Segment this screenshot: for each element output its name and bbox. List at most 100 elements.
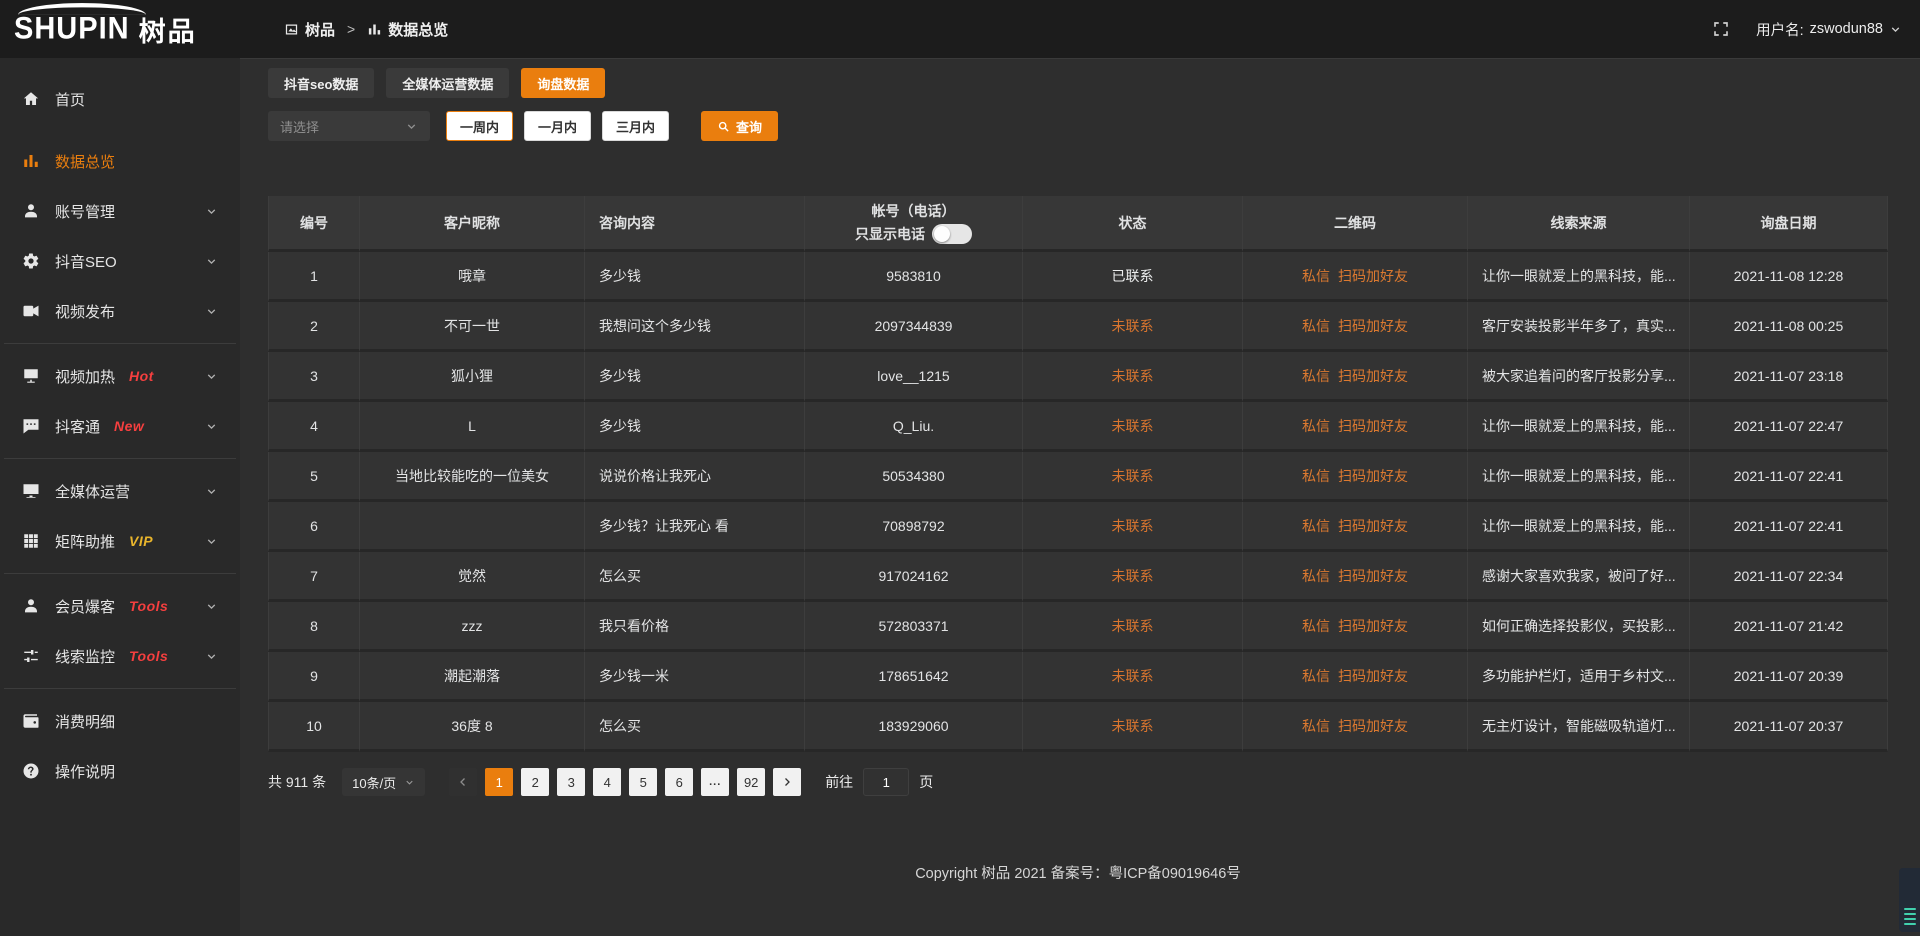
wallet-icon: [22, 712, 40, 730]
breadcrumb-item-current[interactable]: 数据总览: [367, 19, 448, 40]
sidebar-item-label: 线索监控: [55, 646, 115, 667]
range-button-three-month[interactable]: 三月内: [602, 111, 669, 141]
search-button[interactable]: 查询: [701, 111, 778, 141]
chevron-right-icon: [781, 776, 793, 788]
cell-source[interactable]: 多功能护栏灯，适用于乡村文...: [1468, 652, 1690, 702]
sidebar-item-member-baoke[interactable]: 会员爆客Tools: [0, 581, 240, 631]
fullscreen-icon[interactable]: [1712, 20, 1730, 38]
cell-content: 多少钱: [585, 402, 805, 452]
qr-link[interactable]: 私信: [1302, 268, 1330, 284]
sidebar-item-douketong[interactable]: 抖客通New: [0, 401, 240, 451]
page-list: 123456... 92: [485, 768, 773, 796]
qr-link[interactable]: 扫码加好友: [1338, 518, 1408, 534]
cell-source[interactable]: 客厅安装投影半年多了，真实...: [1468, 302, 1690, 352]
qr-link[interactable]: 私信: [1302, 718, 1330, 734]
page-button-5[interactable]: 5: [629, 768, 657, 796]
page-size-value: 10条/页: [352, 773, 396, 792]
cell-status: 未联系: [1023, 652, 1243, 702]
username: zswodun88: [1810, 21, 1883, 37]
goto-page-input[interactable]: [863, 768, 909, 796]
breadcrumb-label: 数据总览: [388, 19, 448, 40]
cell-source[interactable]: 让你一眼就爱上的黑科技，能...: [1468, 502, 1690, 552]
sidebar-item-matrix-boost[interactable]: 矩阵助推VIP: [0, 516, 240, 566]
sidebar-item-media-ops[interactable]: 全媒体运营: [0, 466, 240, 516]
table-row: 8zzz我只看价格572803371未联系私信扫码加好友如何正确选择投影仪，买投…: [268, 602, 1888, 652]
user-menu[interactable]: 用户名: zswodun88: [1756, 19, 1902, 40]
account-select[interactable]: 请选择: [268, 111, 430, 141]
qr-link[interactable]: 扫码加好友: [1338, 368, 1408, 384]
cell-qrcode: 私信扫码加好友: [1243, 452, 1468, 502]
cell-source[interactable]: 感谢大家喜欢我家，被问了好...: [1468, 552, 1690, 602]
prev-page-button[interactable]: [449, 768, 477, 796]
cell-content: 我只看价格: [585, 602, 805, 652]
page-button-4[interactable]: 4: [593, 768, 621, 796]
cell-account: 917024162: [805, 552, 1023, 602]
tab-media-ops-data[interactable]: 全媒体运营数据: [386, 68, 509, 98]
qr-link[interactable]: 私信: [1302, 568, 1330, 584]
col-header-status: 状态: [1023, 196, 1243, 252]
tab-douyin-seo-data[interactable]: 抖音seo数据: [268, 68, 374, 98]
qr-link[interactable]: 私信: [1302, 318, 1330, 334]
cell-status: 未联系: [1023, 402, 1243, 452]
range-button-one-week[interactable]: 一周内: [446, 111, 513, 141]
cell-source[interactable]: 被大家追着问的客厅投影分享...: [1468, 352, 1690, 402]
qr-link[interactable]: 扫码加好友: [1338, 318, 1408, 334]
cell-qrcode: 私信扫码加好友: [1243, 402, 1468, 452]
cell-source[interactable]: 如何正确选择投影仪，买投影...: [1468, 602, 1690, 652]
qr-link[interactable]: 私信: [1302, 518, 1330, 534]
sidebar-item-badge: New: [114, 418, 144, 434]
page-button-3[interactable]: 3: [557, 768, 585, 796]
cell-account: 178651642: [805, 652, 1023, 702]
cell-nickname: 潮起潮落: [360, 652, 585, 702]
qr-link[interactable]: 私信: [1302, 468, 1330, 484]
tab-inquiry-data[interactable]: 询盘数据: [521, 68, 605, 98]
widget-line: [1904, 913, 1916, 915]
qr-link[interactable]: 扫码加好友: [1338, 418, 1408, 434]
page-button-2[interactable]: 2: [521, 768, 549, 796]
cell-qrcode: 私信扫码加好友: [1243, 502, 1468, 552]
sidebar-item-douyin-seo[interactable]: 抖音SEO: [0, 236, 240, 286]
cell-source[interactable]: 无主灯设计，智能磁吸轨道灯...: [1468, 702, 1690, 752]
qr-link[interactable]: 私信: [1302, 368, 1330, 384]
chevron-down-icon: [205, 485, 218, 498]
page-button-1[interactable]: 1: [485, 768, 513, 796]
sidebar-item-badge: Tools: [129, 598, 168, 614]
page-button-6[interactable]: 6: [665, 768, 693, 796]
qr-link[interactable]: 扫码加好友: [1338, 618, 1408, 634]
sidebar-item-help[interactable]: 操作说明: [0, 746, 240, 796]
cell-source[interactable]: 让你一眼就爱上的黑科技，能...: [1468, 452, 1690, 502]
page-size-select[interactable]: 10条/页: [342, 768, 425, 796]
cell-account: love__1215: [805, 352, 1023, 402]
sidebar-item-video-publish[interactable]: 视频发布: [0, 286, 240, 336]
sidebar-item-data-overview[interactable]: 数据总览: [0, 136, 240, 186]
cell-source[interactable]: 让你一眼就爱上的黑科技，能...: [1468, 402, 1690, 452]
cell-nickname: [360, 502, 585, 552]
cell-account: 2097344839: [805, 302, 1023, 352]
qr-link[interactable]: 私信: [1302, 668, 1330, 684]
qr-link[interactable]: 扫码加好友: [1338, 718, 1408, 734]
qr-link[interactable]: 扫码加好友: [1338, 568, 1408, 584]
col-header-qrcode: 二维码: [1243, 196, 1468, 252]
qr-link[interactable]: 私信: [1302, 418, 1330, 434]
qr-link[interactable]: 扫码加好友: [1338, 268, 1408, 284]
range-button-one-month[interactable]: 一月内: [524, 111, 591, 141]
page-ellipsis-button[interactable]: ...: [701, 768, 729, 796]
cell-nickname: 狐小狸: [360, 352, 585, 402]
feedback-widget[interactable]: [1899, 868, 1920, 932]
page-button-92[interactable]: 92: [737, 768, 765, 796]
qr-link[interactable]: 扫码加好友: [1338, 668, 1408, 684]
sidebar-item-clue-monitor[interactable]: 线索监控Tools: [0, 631, 240, 681]
sidebar-item-video-heat[interactable]: 视频加热Hot: [0, 351, 240, 401]
qr-link[interactable]: 私信: [1302, 618, 1330, 634]
qr-link[interactable]: 扫码加好友: [1338, 468, 1408, 484]
sidebar-item-home[interactable]: 首页: [0, 74, 240, 124]
cell-source[interactable]: 让你一眼就爱上的黑科技，能...: [1468, 252, 1690, 302]
sidebar-item-account-manage[interactable]: 账号管理: [0, 186, 240, 236]
breadcrumb-item-home[interactable]: 树品: [284, 19, 335, 40]
phone-only-toggle[interactable]: [932, 224, 972, 244]
cell-nickname: 哦章: [360, 252, 585, 302]
phone-only-label: 只显示电话: [855, 224, 925, 244]
next-page-button[interactable]: [773, 768, 801, 796]
sidebar-item-expense-detail[interactable]: 消费明细: [0, 696, 240, 746]
widget-line: [1904, 923, 1916, 925]
